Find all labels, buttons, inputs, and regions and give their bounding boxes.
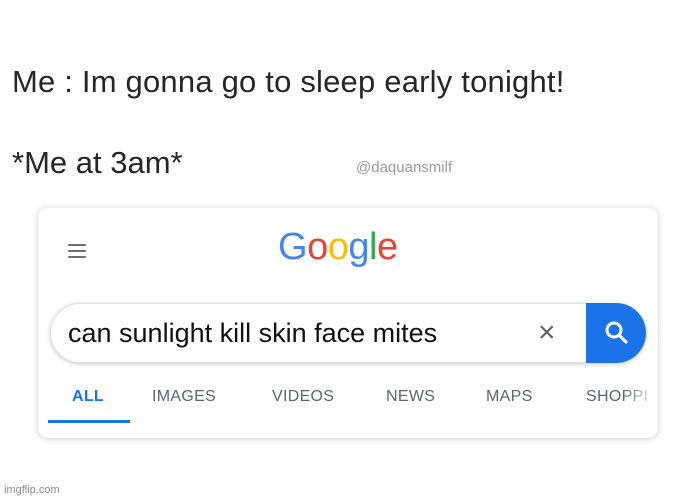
imgflip-watermark: imgflip.com	[4, 484, 60, 496]
close-icon[interactable]: ×	[538, 318, 556, 348]
logo-letter: e	[376, 226, 398, 268]
logo-letter: g	[348, 226, 369, 268]
tab-all[interactable]: ALL	[72, 388, 104, 406]
logo-letter: o	[307, 226, 328, 268]
tab-maps[interactable]: MAPS	[486, 388, 533, 406]
logo-letter: G	[278, 226, 308, 268]
tab-images[interactable]: IMAGES	[152, 388, 216, 406]
google-logo[interactable]: Google	[278, 228, 398, 266]
tab-news[interactable]: NEWS	[386, 388, 435, 406]
logo-letter: l	[368, 226, 377, 268]
active-tab-indicator	[48, 420, 130, 423]
search-button[interactable]	[586, 303, 646, 363]
search-tabs: ALL IMAGES VIDEOS NEWS MAPS SHOPPI	[48, 378, 656, 428]
search-input[interactable]: can sunlight kill skin face mites	[68, 318, 437, 349]
meme-page: Me : Im gonna go to sleep early tonight!…	[0, 0, 692, 500]
tabs-fade-overlay	[624, 378, 656, 422]
tab-videos[interactable]: VIDEOS	[272, 388, 334, 406]
watermark-handle: @daquansmilf	[356, 159, 453, 176]
logo-letter: o	[327, 226, 349, 268]
hamburger-menu-icon[interactable]	[68, 243, 86, 259]
caption-line-2: *Me at 3am*	[12, 145, 183, 180]
caption-line-1: Me : Im gonna go to sleep early tonight!	[12, 64, 565, 99]
search-icon	[605, 321, 628, 344]
